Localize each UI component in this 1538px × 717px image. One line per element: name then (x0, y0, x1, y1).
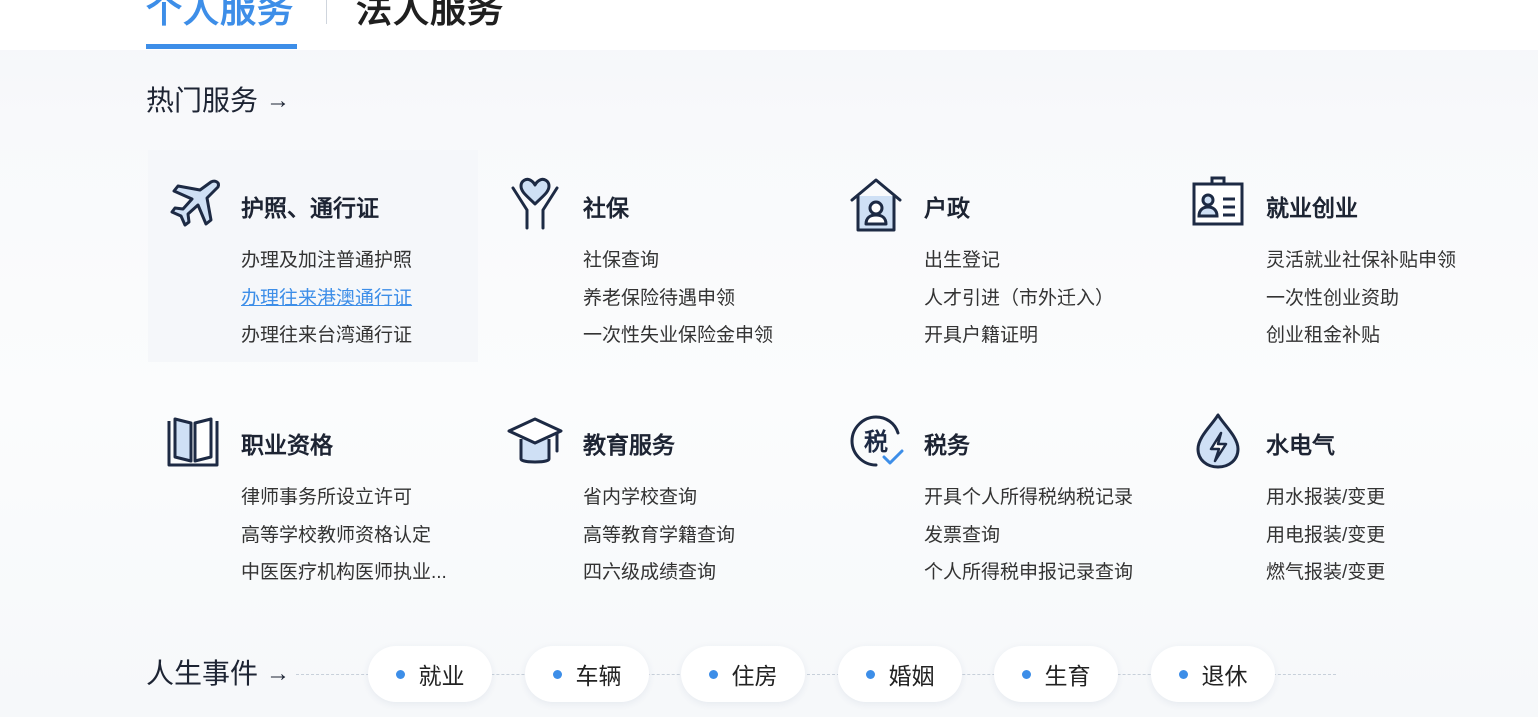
service-link[interactable]: 高等教育学籍查询 (583, 517, 735, 555)
service-link[interactable]: 办理及加注普通护照 (241, 242, 412, 280)
life-event-label: 退休 (1201, 663, 1248, 689)
dot-icon (552, 669, 562, 679)
tab-personal-services[interactable]: 个人服务 (146, 0, 294, 38)
service-link[interactable]: 用电报装/变更 (1266, 517, 1385, 555)
life-event-housing[interactable]: 住房 (681, 646, 805, 702)
service-link[interactable]: 养老保险待遇申领 (583, 280, 773, 318)
service-title: 护照、通行证 (241, 195, 379, 221)
arrow-right-icon: → (266, 660, 291, 687)
life-event-label: 车辆 (575, 663, 622, 689)
hot-services-title: 热门服务 (146, 85, 259, 116)
life-event-label: 生育 (1044, 663, 1091, 689)
service-title: 就业创业 (1266, 195, 1358, 221)
service-link[interactable]: 办理往来台湾通行证 (241, 317, 412, 355)
id-badge-icon (1190, 174, 1250, 234)
service-link[interactable]: 开具户籍证明 (924, 317, 1114, 355)
service-link[interactable]: 一次性创业资助 (1266, 280, 1456, 318)
service-link[interactable]: 用水报装/变更 (1266, 479, 1385, 517)
water-drop-bolt-icon (1190, 411, 1250, 471)
life-events-title: 人生事件 (146, 658, 259, 689)
dot-icon (395, 669, 405, 679)
tax-icon: 税 (848, 411, 908, 471)
service-title: 教育服务 (583, 432, 675, 458)
service-link[interactable]: 高等学校教师资格认定 (241, 517, 447, 555)
service-link[interactable]: 律师事务所设立许可 (241, 479, 447, 517)
service-link[interactable]: 人才引进（市外迁入） (924, 280, 1114, 318)
arrow-right-icon: → (266, 87, 291, 114)
service-card-tax: 税 税务 开具个人所得税纳税记录 发票查询 个人所得税申报记录查询 (848, 411, 1168, 611)
service-card-household: 户政 出生登记 人才引进（市外迁入） 开具户籍证明 (848, 174, 1168, 374)
service-card-employment: 就业创业 灵活就业社保补贴申领 一次性创业资助 创业租金补贴 (1190, 174, 1510, 374)
service-link[interactable]: 个人所得税申报记录查询 (924, 554, 1133, 592)
heart-hands-icon (507, 174, 567, 234)
life-event-childbirth[interactable]: 生育 (994, 646, 1118, 702)
dot-icon (708, 669, 718, 679)
service-link[interactable]: 发票查询 (924, 517, 1133, 555)
tab-divider (326, 0, 327, 24)
tax-icon-glyph: 税 (864, 428, 888, 456)
hot-services-heading[interactable]: 热门服务 → (146, 84, 290, 118)
service-link[interactable]: 创业租金补贴 (1266, 317, 1456, 355)
dot-icon (1021, 669, 1031, 679)
service-tab-bar: 个人服务 法人服务 (0, 0, 1538, 50)
life-event-label: 住房 (731, 663, 778, 689)
life-events-heading[interactable]: 人生事件 → (146, 656, 290, 692)
service-title: 户政 (924, 195, 970, 221)
service-link[interactable]: 出生登记 (924, 242, 1114, 280)
service-link[interactable]: 燃气报装/变更 (1266, 554, 1385, 592)
tab-legal-services[interactable]: 法人服务 (356, 0, 504, 38)
open-book-icon (165, 411, 225, 471)
service-link[interactable]: 灵活就业社保补贴申领 (1266, 242, 1456, 280)
life-event-label: 就业 (418, 663, 465, 689)
service-title: 社保 (583, 195, 629, 221)
life-event-employment[interactable]: 就业 (368, 646, 492, 702)
graduation-cap-icon (507, 411, 567, 471)
dot-icon (1178, 669, 1188, 679)
service-title: 税务 (924, 432, 970, 458)
service-card-passport: 护照、通行证 办理及加注普通护照 办理往来港澳通行证 办理往来台湾通行证 (165, 174, 485, 374)
service-link[interactable]: 社保查询 (583, 242, 773, 280)
life-event-vehicle[interactable]: 车辆 (525, 646, 649, 702)
service-card-social-security: 社保 社保查询 养老保险待遇申领 一次性失业保险金申领 (507, 174, 827, 374)
house-person-icon (848, 174, 908, 234)
life-event-marriage[interactable]: 婚姻 (838, 646, 962, 702)
service-card-education: 教育服务 省内学校查询 高等教育学籍查询 四六级成绩查询 (507, 411, 827, 611)
life-event-label: 婚姻 (888, 663, 935, 689)
service-link[interactable]: 省内学校查询 (583, 479, 735, 517)
service-title: 水电气 (1266, 432, 1335, 458)
life-event-retirement[interactable]: 退休 (1151, 646, 1275, 702)
airplane-icon (165, 174, 225, 234)
service-card-qualification: 职业资格 律师事务所设立许可 高等学校教师资格认定 中医医疗机构医师执业... (165, 411, 485, 611)
service-card-utilities: 水电气 用水报装/变更 用电报装/变更 燃气报装/变更 (1190, 411, 1510, 611)
service-link[interactable]: 一次性失业保险金申领 (583, 317, 773, 355)
service-title: 职业资格 (241, 432, 333, 458)
service-link[interactable]: 开具个人所得税纳税记录 (924, 479, 1133, 517)
service-link[interactable]: 四六级成绩查询 (583, 554, 735, 592)
service-link-active[interactable]: 办理往来港澳通行证 (241, 280, 412, 318)
service-link[interactable]: 中医医疗机构医师执业... (241, 554, 447, 592)
dot-icon (865, 669, 875, 679)
active-tab-indicator (146, 44, 297, 49)
